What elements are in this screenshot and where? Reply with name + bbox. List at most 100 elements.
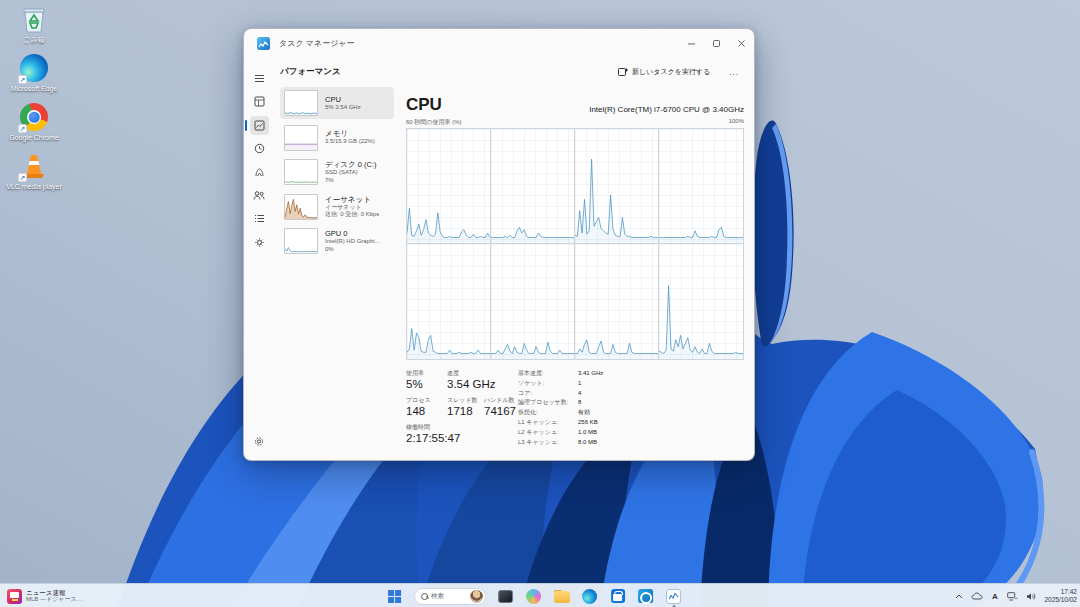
- cpu-heading: CPU: [406, 96, 442, 114]
- task-manager-icon: [666, 589, 681, 604]
- cpu-detail-pane: CPU Intel(R) Core(TM) i7-6700 CPU @ 3.40…: [406, 87, 744, 460]
- sidebar-item-title: ディスク 0 (C:): [325, 160, 377, 169]
- desktop-icon-recycle-bin[interactable]: ごみ箱: [4, 4, 64, 44]
- taskbar-outlook-button[interactable]: [637, 588, 654, 605]
- sidebar-item-sub: 5% 3.54 GHz: [325, 104, 361, 112]
- sidebar-item-title: イーサネット: [325, 195, 379, 204]
- taskbar-task-manager-button[interactable]: [665, 588, 682, 605]
- nav-services-icon[interactable]: [250, 233, 269, 252]
- settings-gear-icon[interactable]: [250, 432, 269, 451]
- nav-menu-button[interactable]: [250, 69, 269, 88]
- sidebar-item-gpu[interactable]: GPU 0 Intel(R) HD Graphi... 0%: [280, 225, 394, 257]
- recycle-bin-icon: [21, 4, 47, 34]
- sidebar-item-ethernet[interactable]: イーサネット イーサネット 送信: 0 受信: 0 Kbps: [280, 191, 394, 223]
- sidebar-item-cpu[interactable]: CPU 5% 3.54 GHz: [280, 87, 394, 119]
- maximize-button[interactable]: [704, 29, 729, 57]
- search-placeholder: 検索: [431, 592, 467, 601]
- search-avatar: [470, 590, 483, 603]
- sidebar-item-title: CPU: [325, 95, 361, 104]
- desktop-icons: ごみ箱 ↗ Microsoft Edge ↗ Google Chrome ↗ V…: [4, 4, 64, 191]
- tray-chevron-icon[interactable]: [951, 588, 966, 604]
- sidebar-item-sub: 送信: 0 受信: 0 Kbps: [325, 211, 379, 219]
- widget-subtitle: MLB ―ドジャース…: [26, 596, 83, 604]
- spec-value: 4: [578, 389, 581, 399]
- edge-icon: [582, 589, 597, 604]
- shortcut-arrow-icon: ↗: [18, 124, 27, 133]
- desktop-icon-vlc[interactable]: ↗ VLC media player: [4, 151, 64, 191]
- desktop-icon-label: VLC media player: [6, 183, 62, 191]
- nav-users-icon[interactable]: [250, 186, 269, 205]
- sidebar-item-sub: 7%: [325, 177, 377, 185]
- copilot-icon: [526, 589, 541, 604]
- performance-sidebar: CPU 5% 3.54 GHz メモリ 3.5/15.9 GB (22%): [276, 87, 394, 460]
- cpu-core-graph: [659, 244, 743, 359]
- disk-preview-graph: [284, 159, 318, 185]
- network-icon[interactable]: [1005, 588, 1020, 604]
- cpu-chip-name: Intel(R) Core(TM) i7-6700 CPU @ 3.40GHz: [589, 105, 744, 114]
- task-manager-window: タスク マネージャー パフォーマンス: [243, 28, 755, 461]
- spec-label: ソケット:: [518, 379, 578, 389]
- nav-details-icon[interactable]: [250, 209, 269, 228]
- task-manager-app-icon: [257, 37, 270, 50]
- widgets-button[interactable]: ニュース速報 MLB ―ドジャース…: [7, 584, 83, 607]
- cpu-core-graph: [659, 129, 743, 244]
- spec-value: 8.0 MB: [578, 438, 597, 448]
- search-box[interactable]: 検索: [414, 588, 486, 605]
- nav-performance-icon[interactable]: [250, 116, 269, 135]
- volume-icon[interactable]: [1023, 588, 1038, 604]
- system-tray: A 17:42 2025/10/02: [951, 584, 1077, 607]
- taskbar-store-button[interactable]: [609, 588, 626, 605]
- spec-label: 論理プロセッサ数:: [518, 398, 578, 408]
- desktop-icon-edge[interactable]: ↗ Microsoft Edge: [4, 53, 64, 93]
- tray-clock[interactable]: 17:42 2025/10/02: [1044, 588, 1077, 604]
- windows-logo-icon: [388, 590, 401, 603]
- sidebar-item-sub: SSD (SATA): [325, 169, 377, 177]
- stat-value: 148: [406, 404, 447, 419]
- sidebar-item-memory[interactable]: メモリ 3.5/15.9 GB (22%): [280, 122, 394, 154]
- cpu-usage-graph[interactable]: [406, 128, 744, 360]
- spec-label: L3 キャッシュ:: [518, 438, 578, 448]
- desktop-icon-chrome[interactable]: ↗ Google Chrome: [4, 102, 64, 142]
- tray-time: 17:42: [1044, 588, 1077, 596]
- desktop: ごみ箱 ↗ Microsoft Edge ↗ Google Chrome ↗ V…: [0, 0, 1080, 607]
- cpu-core-graph: [575, 244, 659, 359]
- close-button[interactable]: [729, 29, 754, 57]
- spec-value: 8: [578, 398, 581, 408]
- desktop-icon-label: ごみ箱: [23, 36, 44, 44]
- stat-label: 稼働時間: [406, 423, 518, 431]
- stat-label: プロセス: [406, 396, 447, 404]
- sidebar-item-sub: イーサネット: [325, 204, 379, 212]
- ime-indicator[interactable]: A: [987, 588, 1002, 604]
- stat-label: 使用率: [406, 369, 447, 377]
- more-options-button[interactable]: ...: [724, 66, 744, 79]
- nav-startup-apps-icon[interactable]: [250, 163, 269, 182]
- taskbar-task-view-button[interactable]: [497, 588, 514, 605]
- taskbar-copilot-button[interactable]: [525, 588, 542, 605]
- spec-label: コア:: [518, 389, 578, 399]
- stat-label: 速度: [447, 369, 496, 377]
- shortcut-arrow-icon: ↗: [18, 173, 27, 182]
- run-new-task-button[interactable]: 新しいタスクを実行する: [612, 64, 716, 80]
- spec-value: 1.0 MB: [578, 428, 597, 438]
- gpu-preview-graph: [284, 228, 318, 254]
- nav-rail: [244, 57, 274, 460]
- cpu-core-graph: [491, 244, 575, 359]
- stat-label: ハンドル数: [484, 396, 516, 404]
- stat-value: 2:17:55:47: [406, 431, 518, 446]
- sidebar-item-title: GPU 0: [325, 229, 380, 238]
- cpu-core-graph: [407, 129, 491, 244]
- taskbar: ニュース速報 MLB ―ドジャース… 検索 A: [0, 583, 1080, 607]
- titlebar[interactable]: タスク マネージャー: [244, 29, 754, 57]
- taskbar-file-explorer-button[interactable]: [553, 588, 570, 605]
- stat-value: 5%: [406, 377, 447, 392]
- nav-app-history-icon[interactable]: [250, 139, 269, 158]
- taskbar-edge-button[interactable]: [581, 588, 598, 605]
- onedrive-icon[interactable]: [969, 588, 984, 604]
- start-button[interactable]: [386, 588, 403, 605]
- minimize-button[interactable]: [679, 29, 704, 57]
- spec-value: 256 KB: [578, 418, 598, 428]
- nav-processes-icon[interactable]: [250, 92, 269, 111]
- run-new-task-label: 新しいタスクを実行する: [632, 67, 710, 77]
- sidebar-item-disk[interactable]: ディスク 0 (C:) SSD (SATA) 7%: [280, 156, 394, 188]
- sidebar-item-title: メモリ: [325, 129, 375, 138]
